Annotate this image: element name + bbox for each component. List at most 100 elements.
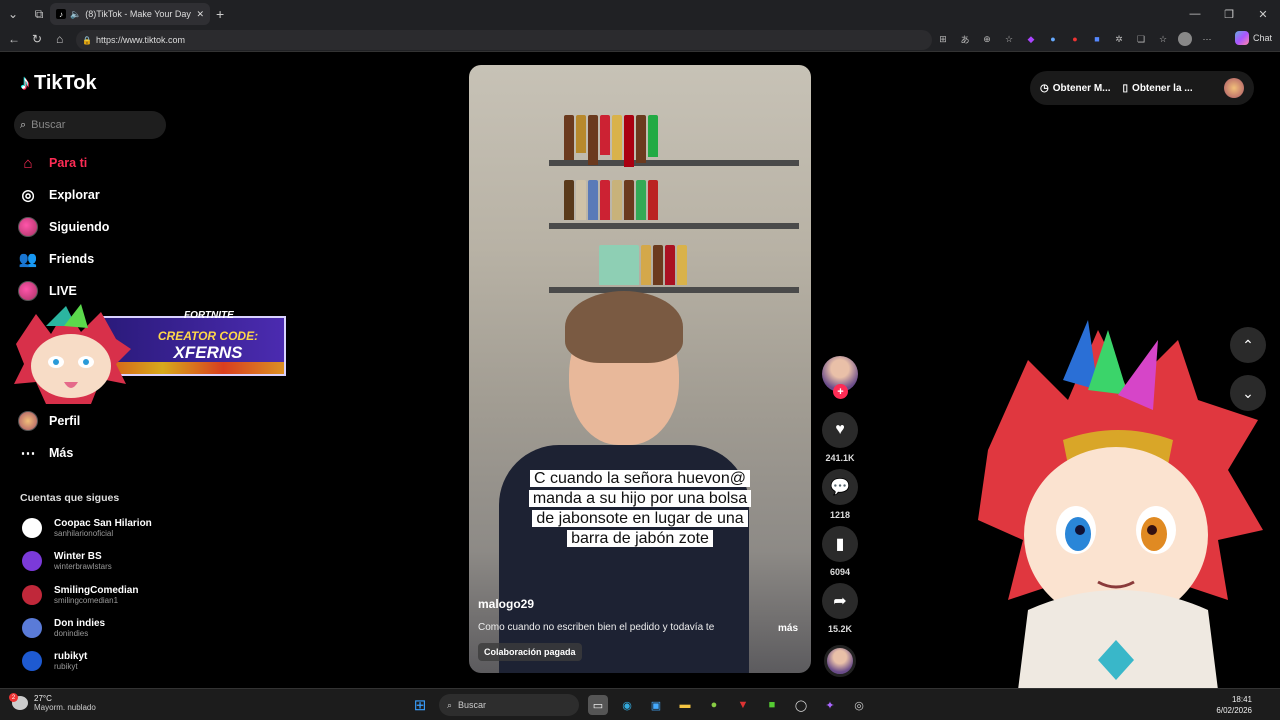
profile-avatar-icon [18,411,38,431]
video-description: Como cuando no escriben bien el pedido y… [478,622,715,633]
weather-temp: 27°C [34,694,52,703]
shelf-decoration [549,287,799,293]
taskbar-search[interactable]: ⌕ Buscar [439,694,579,716]
get-app-button[interactable]: ◷ Obtener M... [1040,83,1111,94]
home-icon: ⌂ [23,154,33,172]
minimize-button[interactable]: — [1178,0,1212,28]
live-avatar-icon [18,281,38,301]
profile-avatar-icon[interactable] [1178,32,1192,46]
streamer-chibi-character [978,320,1263,690]
search-input[interactable]: ⌕ Buscar [14,111,166,139]
translate-icon[interactable]: あ [958,32,972,46]
app-icon: ◷ [1040,82,1049,94]
tab-actions-button[interactable]: ⌄ [0,0,26,28]
app-red-icon[interactable]: ▼ [733,695,753,715]
minecraft-icon[interactable]: ■ [762,695,782,715]
menu-item-siguiendo[interactable]: Siguiendo [18,217,109,237]
chat-app-icon[interactable]: ◯ [791,695,811,715]
following-account-item[interactable]: SmilingComedian smilingcomedian1 [22,585,138,605]
menu-item-perfil[interactable]: Perfil [18,411,80,431]
workspaces-button[interactable]: ⧉ [26,0,52,28]
account-name: SmilingComedian [54,585,139,596]
home-icon[interactable]: ⌂ [56,32,63,46]
browser-menu-icon[interactable]: ⋯ [1200,32,1214,46]
menu-item-explorar[interactable]: ◎ Explorar [18,185,100,205]
like-action[interactable]: ♥ 241.1K [822,412,858,463]
collections-icon[interactable]: ❏ [1134,32,1148,46]
copilot-app-icon[interactable]: ✦ [820,695,840,715]
following-section-title: Cuentas que sigues [20,492,120,504]
store-icon[interactable]: ▣ [646,695,666,715]
refresh-icon[interactable]: ↻ [32,32,42,46]
app-available-icon[interactable]: ⊞ [936,32,950,46]
more-description-link[interactable]: más [778,623,798,634]
following-account-item[interactable]: Winter BS winterbrawlstars [22,551,112,571]
tab-close-icon[interactable]: ✕ [196,9,204,20]
extensions-puzzle-icon[interactable]: ✲ [1112,32,1126,46]
comment-icon[interactable]: 💬 [822,469,858,505]
logo-text: TikTok [34,72,97,94]
get-app-label: Obtener la ... [1132,82,1193,94]
back-icon[interactable]: ← [8,32,20,46]
account-handle: sanhilarionoficial [54,529,114,538]
menu-item-mas[interactable]: ⋯ Más [18,443,74,463]
following-account-item[interactable]: rubikyt rubikyt [22,651,87,671]
zoom-icon[interactable]: ⊕ [980,32,994,46]
user-avatar[interactable] [1224,78,1244,98]
extension-blue-icon[interactable]: ● [1046,32,1060,46]
video-player[interactable]: C cuando la señora huevon@ manda a su hi… [469,65,811,673]
task-view-icon[interactable]: ▭ [588,695,608,715]
restore-button[interactable]: ❐ [1212,0,1246,28]
paid-collab-badge[interactable]: Colaboración pagada [478,643,582,661]
url-field[interactable]: 🔒 https://www.tiktok.com [76,30,932,50]
clock-time: 18:41 [1231,695,1252,704]
edge-browser-icon[interactable]: ◉ [617,695,637,715]
extension-square-icon[interactable]: ■ [1090,32,1104,46]
comment-action[interactable]: 💬 1218 [822,469,858,520]
extension-purple-icon[interactable]: ◆ [1024,32,1038,46]
account-handle: donindies [54,629,89,638]
menu-item-live[interactable]: LIVE [18,281,77,301]
new-tab-button[interactable]: + [216,6,224,22]
share-icon[interactable]: ➦ [822,583,858,619]
obs-icon[interactable]: ◎ [849,695,869,715]
windows-taskbar: 2 27°C Mayorm. nublado ⊞ ⌕ Buscar ▭ ◉ ▣ … [0,688,1280,720]
following-account-item[interactable]: Don indies donindies [22,618,105,638]
account-avatar [22,585,42,605]
video-caption-text: C cuando la señora huevon@ manda a su hi… [521,469,759,549]
menu-label: Explorar [49,188,100,202]
tab-audio-icon[interactable]: 🔈 [70,9,81,20]
sound-disc-avatar[interactable] [824,645,856,677]
share-action[interactable]: ➦ 15.2K [822,583,858,634]
following-account-item[interactable]: Coopac San Hilarion sanhilarionoficial [22,518,152,538]
search-placeholder: Buscar [31,119,66,131]
close-window-button[interactable]: ✕ [1246,0,1280,28]
bookmark-icon[interactable]: ▮ [822,526,858,562]
get-mobile-app-button[interactable]: ▯ Obtener la ... [1123,83,1193,94]
tab-title: (8)TikTok - Make Your Day [85,9,191,19]
menu-item-para-ti[interactable]: ⌂ Para ti [18,153,87,173]
compass-icon: ◎ [21,187,35,204]
app-green-icon[interactable]: ● [704,695,724,715]
copilot-chat-button[interactable]: Chat [1234,31,1272,45]
menu-item-friends[interactable]: 👥 Friends [18,249,95,269]
lock-icon[interactable]: 🔒 [82,36,92,45]
weather-widget[interactable]: 2 27°C Mayorm. nublado [9,693,96,712]
friends-icon: 👥 [18,251,38,268]
save-action[interactable]: ▮ 6094 [822,526,858,577]
account-avatar [22,651,42,671]
follow-plus-button[interactable]: + [833,384,848,399]
windows-start-icon[interactable]: ⊞ [410,695,430,715]
menu-label: Friends [49,252,95,266]
favorite-star-icon[interactable]: ☆ [1002,32,1016,46]
tiktok-logo[interactable]: ♪ TikTok [20,72,97,95]
tiktok-note-icon: ♪ [20,72,30,94]
video-username[interactable]: malogo29 [478,597,534,611]
browser-tab[interactable]: ♪ 🔈 (8)TikTok - Make Your Day ✕ [50,3,210,25]
extension-red-icon[interactable]: ● [1068,32,1082,46]
favorites-bar-icon[interactable]: ☆ [1156,32,1170,46]
system-clock[interactable]: 18:41 6/02/2026 [1216,694,1252,716]
menu-label: Siguiendo [49,220,110,234]
file-explorer-icon[interactable]: ▬ [675,695,695,715]
heart-icon[interactable]: ♥ [822,412,858,448]
